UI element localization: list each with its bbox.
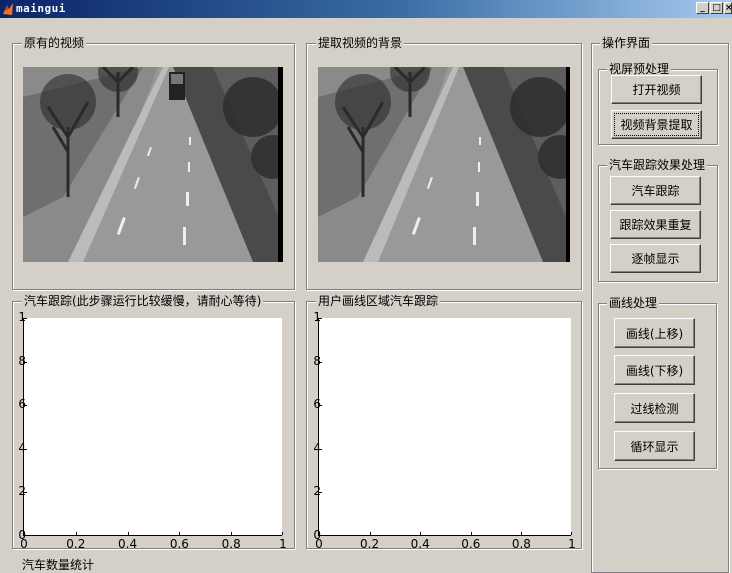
line-down-button[interactable]: 画线(下移)	[614, 355, 695, 385]
close-button[interactable]: ×	[724, 2, 732, 14]
x-tick-label: 0.8	[511, 537, 531, 551]
y-tick-mark	[319, 405, 322, 407]
maximize-button[interactable]: □	[710, 2, 723, 14]
car-tracking-title: 汽车跟踪(此步骤运行比较缓慢，请耐心等待)	[22, 294, 264, 308]
y-tick-label: 4	[313, 440, 321, 455]
x-tick-mark	[521, 532, 523, 535]
y-tick-mark	[24, 448, 27, 450]
x-tick-label: 1	[568, 537, 576, 551]
original-video-frame	[23, 67, 283, 262]
x-tick-label: 0	[20, 537, 28, 551]
loop-display-button[interactable]: 循环显示	[614, 431, 695, 461]
x-tick-label: 0.2	[66, 537, 86, 551]
minimize-button[interactable]: _	[696, 2, 709, 14]
y-tick-label: 6	[313, 397, 321, 412]
matlab-icon	[3, 3, 13, 15]
y-tick-mark	[24, 405, 27, 407]
y-tick-mark	[24, 492, 27, 494]
x-tick-label: 0.6	[461, 537, 481, 551]
preprocess-title: 视屏预处理	[607, 62, 672, 76]
x-tick-label: 0.2	[360, 537, 380, 551]
x-tick-mark	[470, 532, 472, 535]
y-tick-label: 4	[18, 440, 26, 455]
road-image	[23, 67, 283, 262]
tracking-effect-title: 汽车跟踪效果处理	[607, 158, 708, 172]
x-tick-mark	[24, 532, 25, 535]
x-tick-mark	[571, 532, 572, 535]
y-tick-label: 2	[313, 484, 321, 499]
y-tick-mark	[24, 535, 27, 536]
car-tracking-button[interactable]: 汽车跟踪	[610, 176, 701, 205]
x-tick-mark	[127, 532, 129, 535]
x-tick-mark	[231, 532, 233, 535]
window-title: maingui	[16, 2, 66, 15]
y-tick-label: 6	[18, 397, 26, 412]
user-line-tracking-axes[interactable]: 0 2 4 6 8 1 0 0.2 0.4 0.6 0.8 1	[313, 311, 575, 550]
title-bar[interactable]: maingui _ □ ×	[0, 0, 732, 18]
replay-effect-button[interactable]: 跟踪效果重复	[610, 210, 701, 239]
background-video-title: 提取视频的背景	[316, 36, 405, 50]
y-tick-label: 2	[18, 484, 26, 499]
open-video-button[interactable]: 打开视频	[611, 75, 702, 104]
x-tick-mark	[282, 532, 283, 535]
cross-line-detect-button[interactable]: 过线检测	[614, 393, 695, 423]
background-video-frame	[318, 67, 570, 262]
road-background-image	[318, 67, 570, 262]
line-processing-title: 画线处理	[607, 296, 660, 310]
y-tick-mark	[24, 361, 27, 363]
y-tick-label: 1	[18, 310, 26, 324]
y-tick-mark	[319, 492, 322, 494]
line-up-button[interactable]: 画线(上移)	[614, 318, 695, 348]
y-tick-mark	[319, 318, 322, 319]
y-tick-label: 8	[313, 353, 321, 368]
y-tick-mark	[319, 361, 322, 363]
x-tick-mark	[75, 532, 77, 535]
x-tick-mark	[319, 532, 320, 535]
y-tick-mark	[24, 318, 27, 319]
extract-background-button[interactable]: 视频背景提取	[611, 110, 702, 139]
x-tick-label: 0.4	[410, 537, 430, 551]
x-tick-mark	[179, 532, 181, 535]
y-tick-mark	[319, 535, 322, 536]
y-tick-mark	[319, 448, 322, 450]
user-line-tracking-title: 用户画线区域汽车跟踪	[316, 294, 441, 308]
y-tick-label: 8	[18, 353, 26, 368]
x-tick-mark	[369, 532, 371, 535]
operation-title: 操作界面	[600, 36, 653, 50]
y-tick-label: 1	[313, 310, 321, 324]
original-video-title: 原有的视频	[22, 36, 87, 50]
x-tick-label: 1	[279, 537, 287, 551]
x-tick-label: 0.4	[118, 537, 138, 551]
x-tick-mark	[420, 532, 422, 535]
frame-by-frame-button[interactable]: 逐帧显示	[610, 244, 701, 273]
x-tick-label: 0.8	[221, 537, 241, 551]
x-tick-label: 0.6	[169, 537, 189, 551]
car-tracking-axes[interactable]: 0 2 4 6 8 1 0 0.2 0.4 0.6 0.8 1	[18, 311, 286, 550]
x-tick-label: 0	[315, 537, 323, 551]
